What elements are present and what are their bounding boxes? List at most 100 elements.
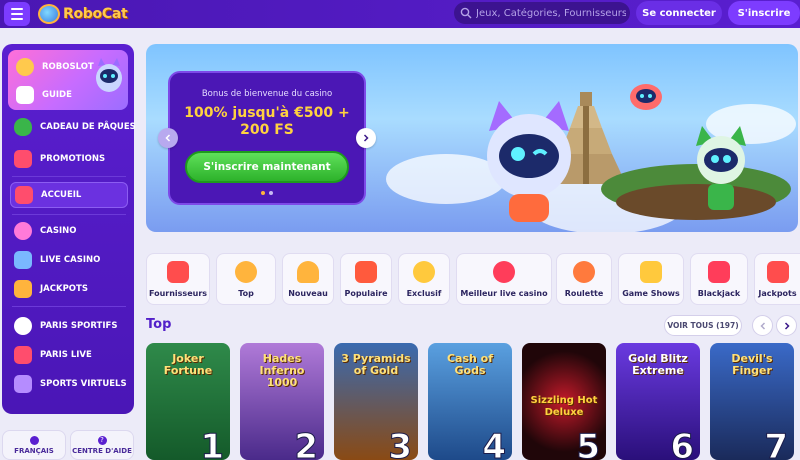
live-icon xyxy=(14,346,32,364)
sidebar-item-easter[interactable]: CADEAU DE PÂQUES xyxy=(10,114,136,140)
carousel-prev-button[interactable] xyxy=(158,128,178,148)
coin-icon xyxy=(413,261,435,283)
category-label: Nouveau xyxy=(288,289,328,298)
signup-now-button[interactable]: S'inscrire maintenant xyxy=(185,151,349,183)
search-icon xyxy=(460,7,472,19)
cards-icon xyxy=(14,251,32,269)
sevens-icon xyxy=(766,261,789,283)
game-rank: 7 xyxy=(764,427,789,460)
flying-robot-icon xyxy=(630,84,662,110)
category-blackjack[interactable]: Blackjack xyxy=(690,253,748,305)
category-game-shows[interactable]: Game Shows xyxy=(618,253,684,305)
coin-icon xyxy=(16,58,34,76)
game-card-cash-of-gods[interactable]: Cash of Gods 4 xyxy=(428,343,512,460)
sidebar-item-roboslot[interactable]: ROBOSLOT xyxy=(12,54,94,80)
sidebar-item-label: GUIDE xyxy=(42,90,72,100)
sidebar: ROBOSLOT GUIDE CADEAU DE PÂQUES PROMOTIO… xyxy=(2,44,136,414)
category-new[interactable]: Nouveau xyxy=(282,253,334,305)
gift-icon xyxy=(14,150,32,168)
help-icon: ? xyxy=(97,435,107,445)
sidebar-item-live-betting[interactable]: PARIS LIVE xyxy=(10,342,128,368)
login-button[interactable]: Se connecter xyxy=(636,1,722,25)
category-label: Populaire xyxy=(344,289,388,298)
search-input[interactable] xyxy=(476,7,626,19)
sidebar-item-jackpots[interactable]: JACKPOTS xyxy=(10,276,128,302)
game-card-gold-blitz-extreme[interactable]: Gold Blitz Extreme 6 xyxy=(616,343,700,460)
sidebar-item-casino[interactable]: CASINO xyxy=(10,218,128,244)
category-providers[interactable]: Fournisseurs xyxy=(146,253,210,305)
sidebar-item-sports-betting[interactable]: PARIS SPORTIFS xyxy=(10,313,128,339)
sidebar-item-live-casino[interactable]: LIVE CASINO xyxy=(10,247,128,273)
game-card-devils-finger[interactable]: Devil's Finger 7 xyxy=(710,343,794,460)
category-exclusive[interactable]: Exclusif xyxy=(398,253,450,305)
chevron-left-icon xyxy=(759,321,765,330)
medal-icon xyxy=(235,261,257,283)
game-rank: 3 xyxy=(388,427,413,460)
hamburger-menu-button[interactable] xyxy=(4,2,30,26)
bonus-title: 100% jusqu'à €500 + 200 FS xyxy=(184,105,350,138)
game-card-sizzling-hot[interactable]: Sizzling Hot Deluxe 5 xyxy=(522,343,606,460)
menu-line xyxy=(11,13,23,15)
game-title: Gold Blitz Extreme xyxy=(628,352,688,377)
sidebar-item-guide[interactable]: GUIDE xyxy=(12,82,92,108)
category-label: Game Shows xyxy=(622,289,680,298)
top-next-button[interactable] xyxy=(776,315,797,336)
game-title: 3 Pyramids of Gold xyxy=(341,352,411,377)
sidebar-item-label: LIVE CASINO xyxy=(40,255,101,265)
game-card-pyramids-of-gold[interactable]: 3 Pyramids of Gold 3 xyxy=(334,343,418,460)
sidebar-item-label: ACCUEIL xyxy=(41,190,82,200)
sidebar-item-label: CASINO xyxy=(40,226,77,236)
category-label: Blackjack xyxy=(697,289,741,298)
sidebar-item-label: PARIS SPORTIFS xyxy=(40,321,118,331)
sidebar-item-virtual-sports[interactable]: SPORTS VIRTUELS xyxy=(10,371,128,397)
roulette-icon xyxy=(573,261,595,283)
category-best-live-casino[interactable]: Meilleur live casino xyxy=(456,253,552,305)
game-rank: 1 xyxy=(200,427,225,460)
view-all-button[interactable]: VOIR TOUS (197) xyxy=(664,315,742,336)
sidebar-divider xyxy=(12,306,126,307)
logo[interactable]: RoboCat xyxy=(38,2,128,26)
game-rank: 5 xyxy=(576,427,601,460)
sidebar-item-label: PROMOTIONS xyxy=(40,154,106,164)
robocat-logo-icon xyxy=(38,4,60,24)
chevron-right-icon xyxy=(363,134,369,142)
blackjack-icon xyxy=(708,261,730,283)
promo-card[interactable]: ROBOSLOT GUIDE xyxy=(8,50,128,110)
carousel-dots xyxy=(261,191,273,195)
language-selector-button[interactable]: FRANÇAIS xyxy=(2,430,66,460)
game-rank: 4 xyxy=(482,427,507,460)
top-prev-button[interactable] xyxy=(752,315,773,336)
sidebar-item-label: JACKPOTS xyxy=(40,284,88,294)
category-top[interactable]: Top xyxy=(216,253,276,305)
category-roulette[interactable]: Roulette xyxy=(556,253,612,305)
category-label: Top xyxy=(238,289,254,298)
chevron-right-icon xyxy=(784,321,790,330)
game-title: Hades Inferno 1000 xyxy=(259,352,305,389)
casino-chip-icon xyxy=(14,222,32,240)
game-title: Devil's Finger xyxy=(731,352,773,377)
help-label: CENTRE D'AIDE xyxy=(72,446,132,455)
jackpot-icon xyxy=(14,280,32,298)
sidebar-item-label: PARIS LIVE xyxy=(40,350,92,360)
top-section-title: Top xyxy=(146,317,172,332)
category-jackpots[interactable]: Jackpots xyxy=(754,253,800,305)
signup-button[interactable]: S'inscrire xyxy=(728,1,800,25)
game-rank: 2 xyxy=(294,427,319,460)
carousel-dot[interactable] xyxy=(269,191,273,195)
sidebar-item-home[interactable]: ACCUEIL xyxy=(10,182,128,208)
language-label: FRANÇAIS xyxy=(14,446,54,455)
game-card-joker-fortune[interactable]: Joker Fortune 1 xyxy=(146,343,230,460)
bell-icon xyxy=(297,261,319,283)
search-bar[interactable] xyxy=(454,2,630,24)
sidebar-item-promotions[interactable]: PROMOTIONS xyxy=(10,146,128,172)
game-shows-icon xyxy=(640,261,662,283)
carousel-dot-active[interactable] xyxy=(261,191,265,195)
help-center-button[interactable]: ? CENTRE D'AIDE xyxy=(70,430,134,460)
carousel-next-button[interactable] xyxy=(356,128,376,148)
roulette-chip-icon xyxy=(493,261,515,283)
category-popular[interactable]: Populaire xyxy=(340,253,392,305)
category-label: Jackpots xyxy=(758,289,797,298)
game-card-hades-inferno[interactable]: Hades Inferno 1000 2 xyxy=(240,343,324,460)
chevron-left-icon xyxy=(165,134,171,142)
sidebar-item-label: ROBOSLOT xyxy=(42,62,94,72)
